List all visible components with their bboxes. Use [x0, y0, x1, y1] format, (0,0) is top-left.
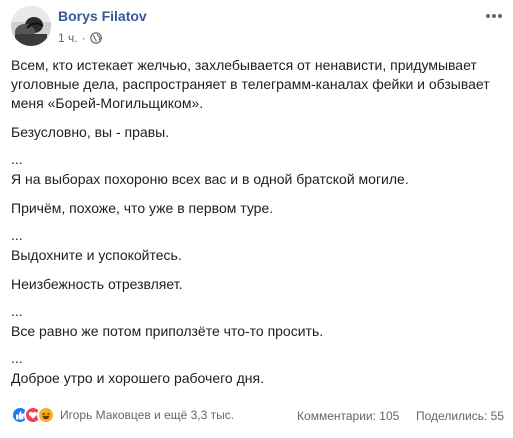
post-body: Всем, кто истекает желчью, захлебывается…: [11, 56, 506, 398]
post-ellipsis: ...: [11, 227, 23, 243]
post-ellipsis: ...: [11, 303, 23, 319]
reactions-summary[interactable]: Игорь Маковцев и ещё 3,3 тыс.: [11, 406, 234, 424]
globe-icon[interactable]: [89, 32, 102, 44]
facebook-post: Borys Filatov 1 ч. · Всем, кто истекает …: [0, 0, 513, 438]
haha-reaction-icon: [37, 406, 55, 424]
post-ellipsis: ...: [11, 151, 23, 167]
post-paragraph: Неизбежность отрезвляет.: [11, 276, 183, 292]
meta-separator: ·: [81, 31, 86, 45]
post-timestamp[interactable]: 1 ч.: [58, 31, 78, 45]
post-paragraph: Все равно же потом приползёте что-то про…: [11, 323, 324, 339]
reactions-text[interactable]: Игорь Маковцев и ещё 3,3 тыс.: [60, 408, 234, 422]
post-paragraph: Всем, кто истекает желчью, захлебывается…: [11, 57, 490, 111]
post-paragraph: Причём, похоже, что уже в первом туре.: [11, 200, 274, 216]
post-paragraph: Доброе утро и хорошего рабочего дня.: [11, 370, 264, 386]
more-options-icon[interactable]: [484, 10, 504, 22]
post-ellipsis: ...: [11, 350, 23, 366]
post-footer: Игорь Маковцев и ещё 3,3 тыс. Комментари…: [0, 404, 513, 430]
shares-count-link[interactable]: Поделились: 55: [416, 409, 504, 423]
author-name-link[interactable]: Borys Filatov: [58, 8, 147, 24]
post-stats: Комментарии: 105 Поделились: 55: [297, 409, 504, 423]
author-avatar[interactable]: [11, 6, 51, 46]
post-paragraph: Выдохните и успокойтесь.: [11, 247, 182, 263]
post-paragraph: Я на выборах похороню всех вас и в одной…: [11, 171, 409, 187]
comments-count-link[interactable]: Комментарии: 105: [297, 409, 399, 423]
post-meta: 1 ч. ·: [58, 31, 102, 45]
avatar-photo-icon: [11, 6, 51, 46]
post-header: Borys Filatov 1 ч. ·: [0, 0, 513, 50]
post-paragraph: Безусловно, вы - правы.: [11, 124, 170, 140]
